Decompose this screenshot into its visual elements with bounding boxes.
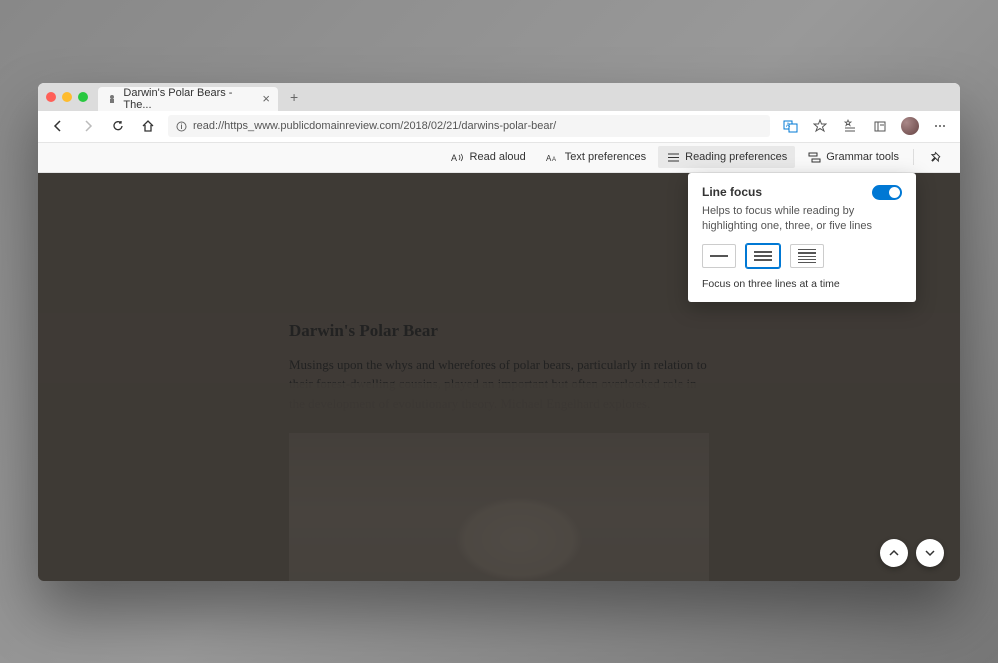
pin-toolbar-button[interactable] <box>920 146 950 168</box>
home-button[interactable] <box>138 116 158 136</box>
text-preferences-button[interactable]: AA Text preferences <box>538 146 654 168</box>
forward-button[interactable] <box>78 116 98 136</box>
more-icon[interactable] <box>930 116 950 136</box>
tab-title: Darwin's Polar Bears - The... <box>123 87 256 111</box>
navigation-bar: read://https_www.publicdomainreview.com/… <box>38 111 960 143</box>
pin-icon <box>928 150 942 164</box>
close-window-button[interactable] <box>46 92 56 102</box>
line-focus-description: Helps to focus while reading by highligh… <box>702 204 902 235</box>
text-icon: AA <box>546 150 560 164</box>
tab-strip: Darwin's Polar Bears - The... × + <box>38 83 960 111</box>
grammar-tools-label: Grammar tools <box>826 151 899 163</box>
collections-icon[interactable] <box>870 116 890 136</box>
reading-preferences-button[interactable]: Reading preferences <box>658 146 795 168</box>
three-lines-button[interactable] <box>746 244 780 268</box>
lines-icon <box>666 150 680 164</box>
line-focus-caption: Focus on three lines at a time <box>702 278 902 290</box>
reader-toolbar: A Read aloud AA Text preferences Reading… <box>38 143 960 173</box>
tab-close-button[interactable]: × <box>262 91 270 106</box>
refresh-button[interactable] <box>108 116 128 136</box>
scroll-down-button[interactable] <box>916 539 944 567</box>
favicon-icon <box>106 93 117 105</box>
five-lines-button[interactable] <box>790 244 824 268</box>
new-tab-button[interactable]: + <box>284 89 304 105</box>
window-controls <box>46 92 88 102</box>
svg-text:A: A <box>451 153 457 163</box>
reading-preferences-popup: Line focus Helps to focus while reading … <box>688 173 916 303</box>
browser-window: Darwin's Polar Bears - The... × + read:/… <box>38 83 960 581</box>
line-focus-toggle[interactable] <box>872 185 902 200</box>
separator <box>913 149 914 165</box>
text-preferences-label: Text preferences <box>565 151 646 163</box>
article-heading: Darwin's Polar Bear <box>289 321 709 341</box>
browser-tab[interactable]: Darwin's Polar Bears - The... × <box>98 87 278 111</box>
maximize-window-button[interactable] <box>78 92 88 102</box>
address-bar[interactable]: read://https_www.publicdomainreview.com/… <box>168 115 770 137</box>
address-text: read://https_www.publicdomainreview.com/… <box>193 120 556 132</box>
svg-text:A: A <box>786 123 790 129</box>
svg-text:A: A <box>552 157 556 163</box>
grammar-tools-button[interactable]: Grammar tools <box>799 146 907 168</box>
grammar-icon <box>807 150 821 164</box>
favorites-list-icon[interactable] <box>840 116 860 136</box>
scroll-controls <box>880 539 944 567</box>
one-line-button[interactable] <box>702 244 736 268</box>
line-focus-options <box>702 244 902 268</box>
read-aloud-button[interactable]: A Read aloud <box>443 146 534 168</box>
read-aloud-label: Read aloud <box>470 151 526 163</box>
translate-icon[interactable]: A <box>780 116 800 136</box>
dim-overlay-bottom <box>38 383 960 581</box>
reading-preferences-label: Reading preferences <box>685 151 787 163</box>
minimize-window-button[interactable] <box>62 92 72 102</box>
speaker-icon: A <box>451 150 465 164</box>
profile-avatar[interactable] <box>900 116 920 136</box>
line-focus-title: Line focus <box>702 185 762 199</box>
info-icon <box>176 121 187 132</box>
back-button[interactable] <box>48 116 68 136</box>
scroll-up-button[interactable] <box>880 539 908 567</box>
favorite-icon[interactable] <box>810 116 830 136</box>
